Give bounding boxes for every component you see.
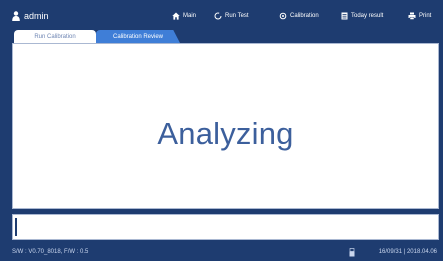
calibration-screen: admin Main Run Test Calibration Today re… — [0, 0, 443, 261]
nav-run-test[interactable]: Run Test — [214, 10, 249, 22]
tab-run-calibration[interactable]: Run Calibration — [14, 30, 96, 43]
user-name: admin — [24, 11, 49, 21]
date-time: 16/09/31 | 2018.04.06 — [378, 249, 437, 255]
refresh-icon — [214, 12, 222, 20]
nav-today-result[interactable]: Today result — [341, 10, 383, 22]
nav-calibration-label: Calibration — [290, 13, 319, 19]
nav-run-test-label: Run Test — [225, 13, 249, 19]
tab-calibration-review[interactable]: Calibration Review — [96, 30, 180, 43]
document-icon — [341, 12, 348, 20]
nav-today-result-label: Today result — [351, 13, 384, 19]
user-indicator: admin — [12, 9, 49, 23]
progress-bar-fill — [15, 218, 17, 236]
usb-icon — [349, 247, 355, 257]
nav-print[interactable]: Print — [408, 10, 431, 22]
settings-icon — [279, 12, 287, 20]
print-icon — [408, 12, 416, 20]
analyzing-status-text: Analyzing — [157, 116, 294, 151]
nav-main[interactable]: Main — [172, 10, 196, 22]
main-panel: Analyzing — [12, 43, 439, 209]
user-icon — [12, 11, 20, 21]
footer-status: 16/09/31 | 2018.04.06 — [349, 247, 437, 257]
tab-calibration-review-label: Calibration Review — [112, 33, 164, 40]
progress-bar — [12, 214, 439, 240]
nav-print-label: Print — [419, 13, 432, 19]
top-navigation-bar: admin Main Run Test Calibration Today re… — [0, 0, 443, 30]
software-version: S/W : V0.70_8018, F/W : 0.5 — [12, 249, 89, 255]
tab-run-calibration-label: Run Calibration — [34, 33, 76, 40]
nav-main-label: Main — [183, 13, 197, 19]
nav-calibration[interactable]: Calibration — [279, 10, 319, 22]
home-icon — [172, 12, 180, 20]
